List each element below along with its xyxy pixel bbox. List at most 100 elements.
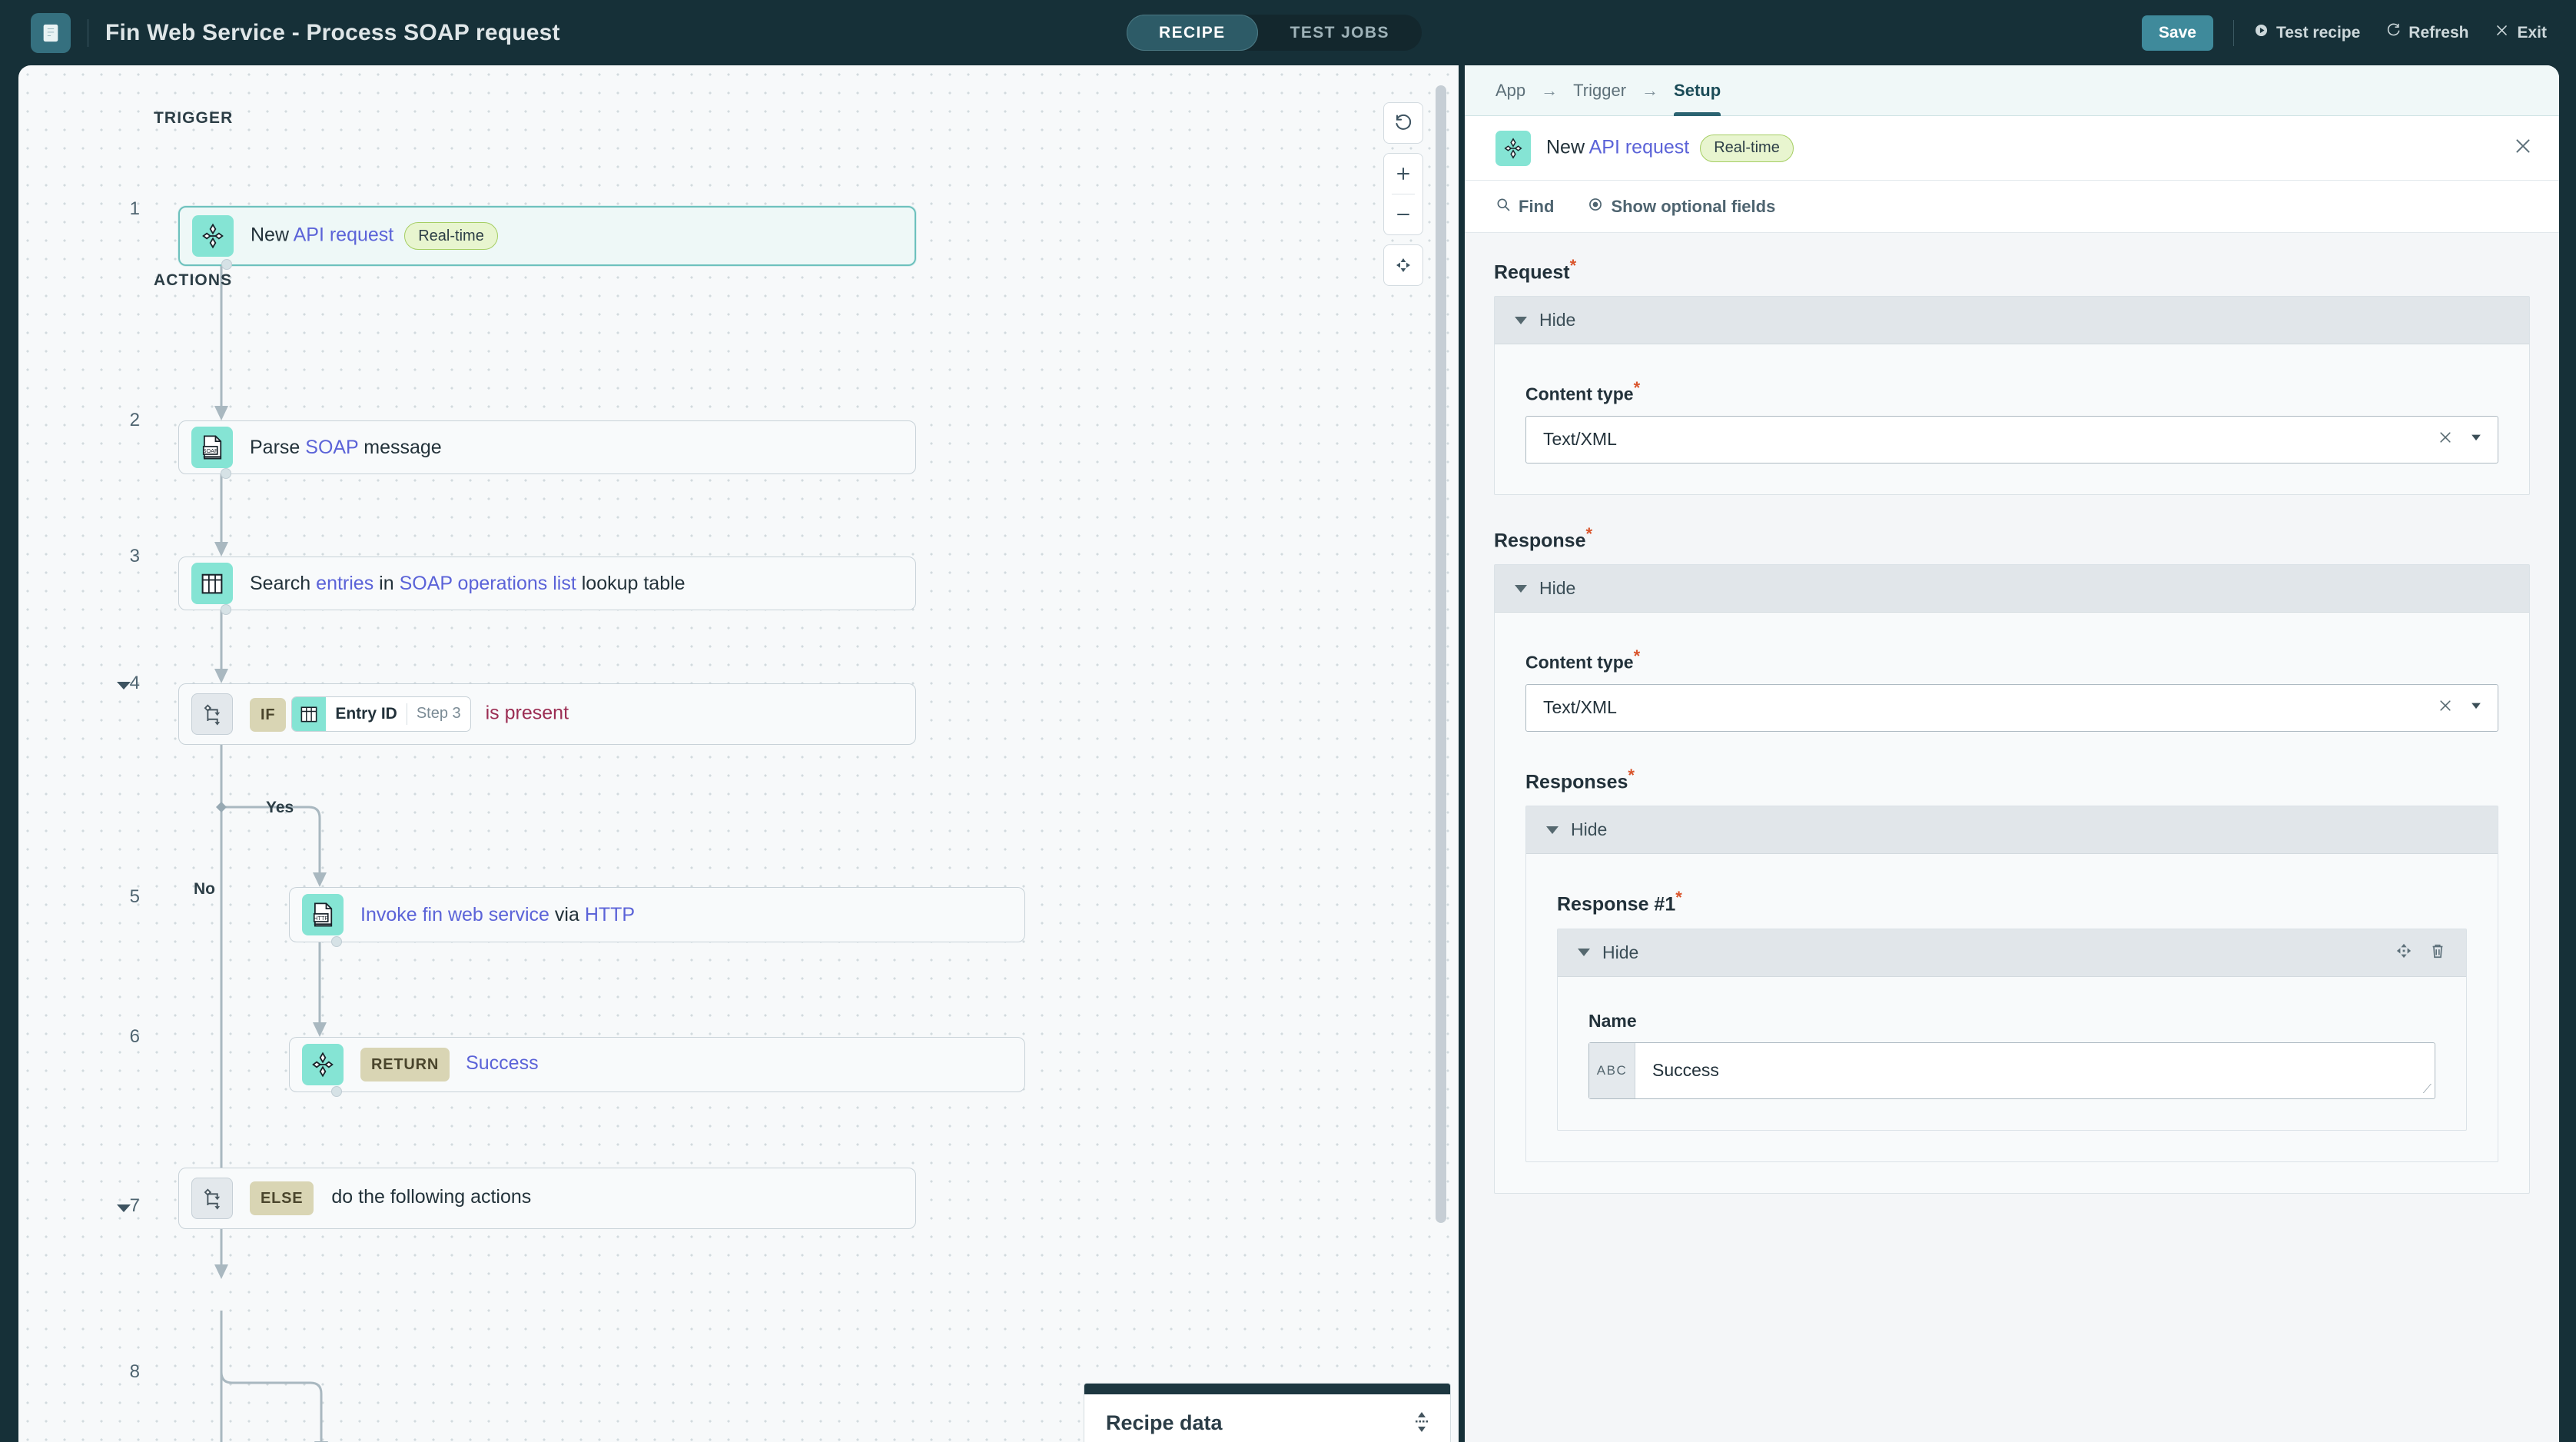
- panel-header-text: New API request Real-time: [1546, 134, 1794, 162]
- response-content-type-select[interactable]: Text/XML: [1525, 683, 2498, 732]
- response-hide-label: Hide: [1539, 578, 1576, 599]
- step-2-text-link: SOAP: [305, 436, 359, 458]
- request-panel: Hide Content type* Text/XML: [1494, 296, 2530, 495]
- close-x-icon: [2513, 139, 2533, 159]
- step-node-5-text: Invoke fin web service via HTTP: [360, 904, 635, 926]
- zoom-out-button[interactable]: [1383, 194, 1423, 234]
- zoom-in-button[interactable]: [1383, 154, 1423, 194]
- step-2-text-suffix: message: [358, 436, 442, 458]
- breadcrumb-item-app[interactable]: App: [1495, 65, 1525, 116]
- show-optional-fields-label: Show optional fields: [1611, 196, 1776, 216]
- clear-icon[interactable]: [2438, 430, 2453, 449]
- close-panel-button[interactable]: [2513, 136, 2533, 160]
- chevron-down-icon[interactable]: [2468, 430, 2484, 449]
- step-number-5: 5: [129, 886, 140, 907]
- canvas-controls: [1383, 102, 1423, 295]
- response-1-title: Response #1*: [1557, 888, 2467, 915]
- top-bar: Fin Web Service - Process SOAP request R…: [0, 0, 2576, 65]
- reset-zoom-button[interactable]: [1383, 102, 1423, 144]
- app-logo-icon: [31, 12, 71, 53]
- svg-text:SOAP: SOAP: [203, 447, 218, 454]
- required-asterisk: *: [1585, 523, 1593, 543]
- required-asterisk: *: [1569, 256, 1577, 275]
- step-node-6-return-success[interactable]: RETURN Success: [289, 1037, 1025, 1097]
- step-node-3-text: Search entries in SOAP operations list l…: [250, 573, 685, 595]
- response-hide-toggle[interactable]: Hide: [1495, 565, 2529, 613]
- trash-icon[interactable]: [2429, 942, 2446, 964]
- request-section-title: Request*: [1494, 256, 2530, 284]
- undo-reset-icon: [1383, 103, 1423, 143]
- step-node-3-search-entries[interactable]: Search entries in SOAP operations list l…: [178, 557, 916, 615]
- fit-to-screen-button[interactable]: [1383, 244, 1423, 286]
- tab-recipe[interactable]: RECIPE: [1127, 15, 1258, 51]
- tab-test-jobs[interactable]: TEST JOBS: [1258, 15, 1422, 51]
- clear-icon[interactable]: [2438, 698, 2453, 717]
- branch-if-icon: [191, 693, 233, 735]
- request-hide-toggle[interactable]: Hide: [1495, 297, 2529, 345]
- breadcrumb-item-setup[interactable]: Setup: [1674, 65, 1721, 116]
- responses-panel-content: Response #1* Hide Name ABC Success ⟋: [1526, 854, 2498, 1161]
- return-keyword-badge: RETURN: [360, 1048, 450, 1082]
- step-3-text-suffix: lookup table: [576, 572, 685, 594]
- step-number-6: 6: [129, 1026, 140, 1047]
- drag-handle-icon[interactable]: [1413, 1411, 1430, 1437]
- move-arrows-icon[interactable]: [2395, 942, 2412, 964]
- response-1-name-input[interactable]: ABC Success ⟋: [1588, 1042, 2435, 1099]
- trigger-section-label: TRIGGER: [154, 109, 234, 127]
- refresh-icon: [2386, 23, 2401, 42]
- view-tabs: RECIPE TEST JOBS: [1127, 15, 1422, 51]
- response-1-hide-toggle[interactable]: Hide: [1558, 929, 2466, 977]
- eye-target-icon: [1588, 197, 1603, 217]
- node-connector-dot: [221, 604, 231, 615]
- step-node-1-new-api-request[interactable]: New API request Real-time: [178, 206, 916, 270]
- response-section-title: Response*: [1494, 524, 2530, 552]
- step-3-text-mid: in: [373, 572, 400, 594]
- http-file-icon: HTTP: [302, 894, 344, 935]
- save-button[interactable]: Save: [2141, 15, 2213, 51]
- chevron-down-icon: [1515, 584, 1527, 593]
- chevron-down-icon[interactable]: [2468, 698, 2484, 717]
- soap-file-icon: SOAP: [191, 427, 233, 468]
- exit-button[interactable]: Exit: [2495, 23, 2547, 42]
- step-node-2-text: Parse SOAP message: [250, 437, 442, 459]
- canvas-vertical-scrollbar[interactable]: [1436, 85, 1446, 1223]
- breadcrumb-item-trigger[interactable]: Trigger: [1573, 65, 1626, 116]
- panel-body[interactable]: Request* Hide Content type* Text/XML Res…: [1465, 233, 2559, 1442]
- branch-yes-label: Yes: [266, 799, 294, 816]
- find-button[interactable]: Find: [1495, 197, 1554, 217]
- response-content-type-label-text: Content type: [1525, 652, 1634, 673]
- show-optional-fields-button[interactable]: Show optional fields: [1588, 197, 1775, 217]
- step-node-7-else[interactable]: ELSE do the following actions: [178, 1168, 916, 1229]
- response-1-hide-label: Hide: [1602, 942, 1639, 962]
- recipe-data-card-strip: [1084, 1384, 1450, 1394]
- panel-header-prefix: New: [1546, 136, 1589, 158]
- chevron-down-icon: [1515, 316, 1527, 324]
- pan-arrows-icon: [1383, 245, 1423, 285]
- recipe-data-card[interactable]: Recipe data Use data from a previous ste…: [1084, 1383, 1451, 1442]
- step-4-condition-text: is present: [485, 702, 569, 724]
- step-node-5-invoke-fin-web-service[interactable]: HTTP Invoke fin web service via HTTP: [289, 887, 1025, 947]
- resize-handle-icon[interactable]: ⟋: [2423, 1083, 2432, 1096]
- step-node-4-text: IF Entry ID Step 3 is present: [250, 696, 569, 733]
- required-asterisk: *: [1633, 378, 1641, 398]
- request-content-type-select[interactable]: Text/XML: [1525, 415, 2498, 464]
- response-1-panel: Hide Name ABC Success ⟋: [1557, 928, 2467, 1131]
- step-node-4-if-condition[interactable]: IF Entry ID Step 3 is present: [178, 683, 916, 745]
- responses-hide-toggle[interactable]: Hide: [1526, 806, 2498, 855]
- lookup-table-icon: [292, 696, 327, 731]
- step-node-2-parse-soap-message[interactable]: SOAP Parse SOAP message: [178, 420, 916, 479]
- breadcrumb: App → Trigger → Setup: [1465, 65, 2559, 116]
- if-keyword-badge: IF: [250, 698, 287, 733]
- refresh-button[interactable]: Refresh: [2386, 23, 2468, 42]
- recipe-canvas[interactable]: TRIGGER ACTIONS Yes No 1 2 3 4 5 6 7 8 N…: [18, 65, 1459, 1442]
- step-number-3: 3: [129, 546, 140, 566]
- recipe-data-title: Recipe data: [1106, 1411, 1223, 1434]
- response-1-name-value: Success: [1652, 1060, 1719, 1081]
- step-node-7-text: ELSE do the following actions: [250, 1181, 531, 1215]
- test-recipe-label: Test recipe: [2276, 23, 2361, 42]
- lookup-table-icon: [191, 563, 233, 604]
- response-1-name-label: Name: [1588, 1010, 1637, 1031]
- test-recipe-button[interactable]: Test recipe: [2254, 23, 2360, 42]
- step-5-text-link-2: HTTP: [584, 903, 636, 925]
- datapill-entry-id[interactable]: Entry ID Step 3: [291, 696, 471, 732]
